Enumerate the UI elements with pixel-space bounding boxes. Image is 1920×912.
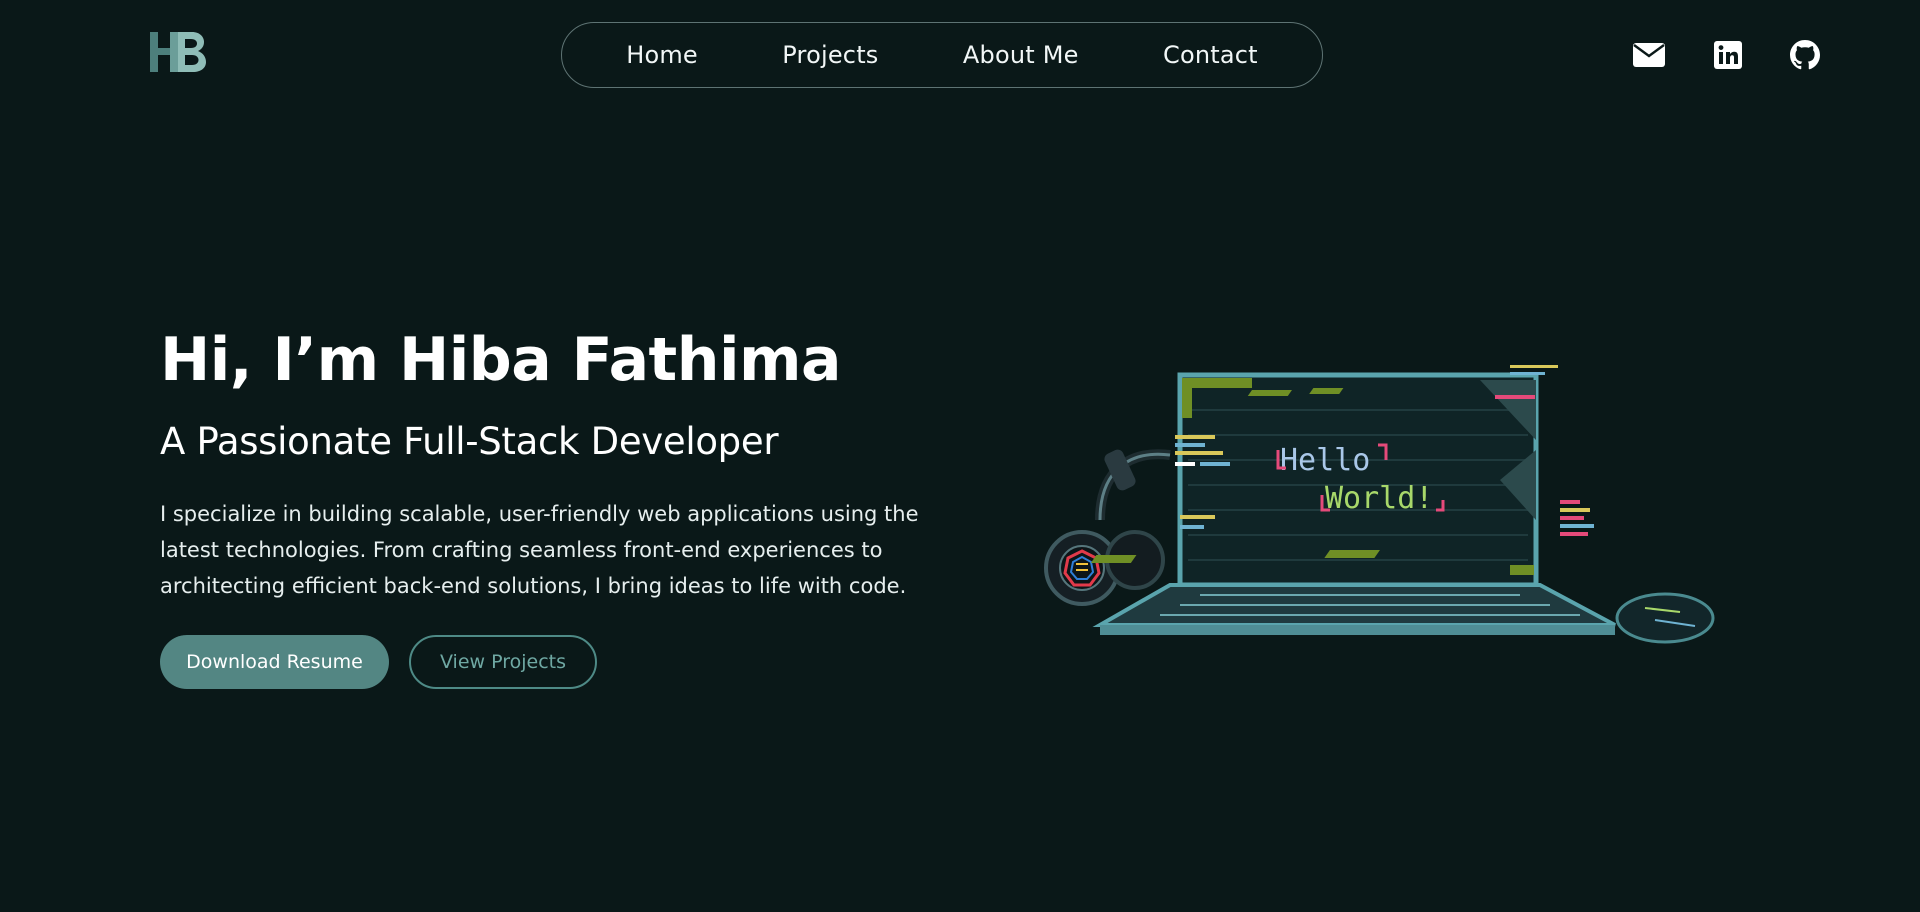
mouse-icon [1615, 592, 1715, 644]
nav-about-me[interactable]: About Me [963, 41, 1079, 69]
download-resume-button[interactable]: Download Resume [160, 635, 389, 689]
linkedin-icon[interactable] [1711, 38, 1745, 72]
github-icon[interactable] [1788, 38, 1822, 72]
screen-text-world: World! [1325, 481, 1433, 516]
nav-projects[interactable]: Projects [782, 41, 878, 69]
hero-subtitle: A Passionate Full-Stack Developer [160, 420, 779, 463]
main-nav: Home Projects About Me Contact [561, 22, 1323, 88]
nav-home[interactable]: Home [626, 41, 698, 69]
headphones-icon [1044, 449, 1171, 606]
hero-title: Hi, I’m Hiba Fathima [160, 325, 842, 395]
hb-logo-icon[interactable] [148, 30, 208, 74]
view-projects-button[interactable]: View Projects [409, 635, 597, 689]
laptop-illustration: Hello World! [1040, 350, 1720, 650]
envelope-icon[interactable] [1632, 38, 1666, 72]
hero-description: I specialize in building scalable, user-… [160, 502, 919, 598]
page: Home Projects About Me Contact Hi, I’m H… [0, 0, 1920, 912]
screen-text-hello: Hello [1280, 443, 1370, 478]
nav-contact[interactable]: Contact [1163, 41, 1258, 69]
